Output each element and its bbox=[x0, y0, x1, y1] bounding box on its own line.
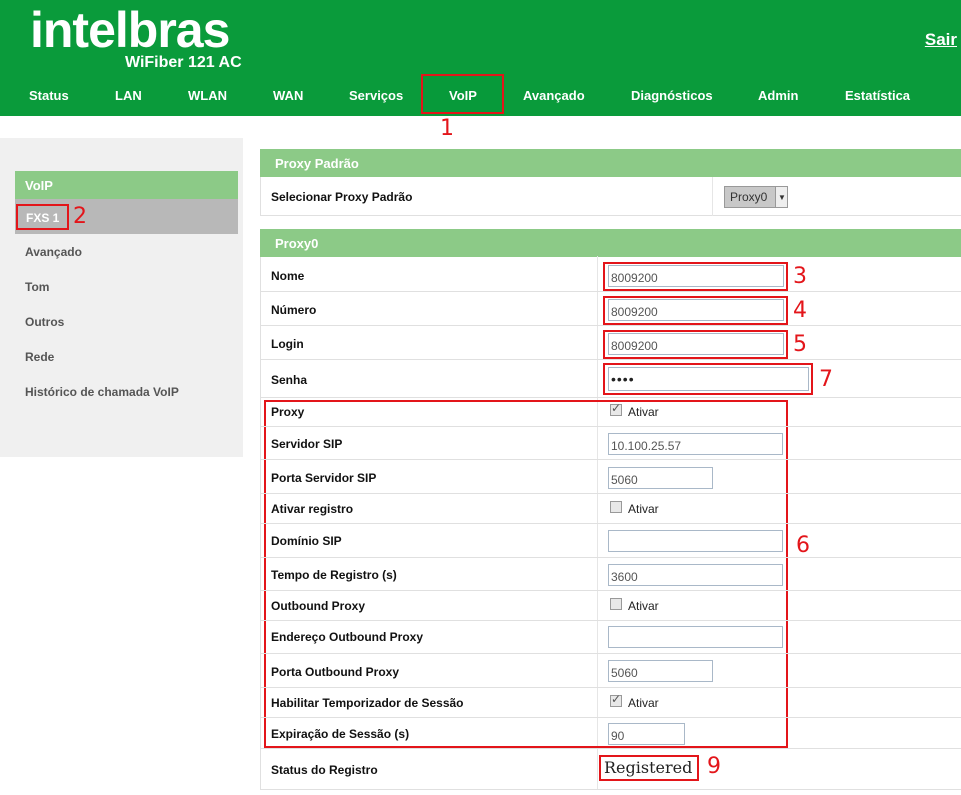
outbound-proxy-checkbox[interactable] bbox=[610, 598, 622, 610]
proxy-padrao-select-value: Proxy0 bbox=[730, 190, 768, 204]
login-input[interactable] bbox=[608, 333, 784, 355]
dominio-sip-input[interactable] bbox=[608, 530, 783, 552]
tempo-registro-input[interactable] bbox=[608, 564, 783, 586]
label-proxy: Proxy bbox=[271, 405, 305, 419]
endereco-outbound-input[interactable] bbox=[608, 626, 783, 648]
expiracao-input[interactable] bbox=[608, 723, 685, 745]
label-expiracao: Expiração de Sessão (s) bbox=[271, 727, 410, 741]
proxy-checkbox[interactable] bbox=[610, 401, 622, 416]
proxy-padrao-select[interactable]: Proxy0 ▼ bbox=[724, 186, 788, 208]
logout-link[interactable]: Sair bbox=[925, 30, 957, 50]
label-dominio-sip: Domínio SIP bbox=[271, 534, 342, 548]
tab-voip[interactable]: VoIP bbox=[449, 88, 477, 103]
label-outbound-proxy: Outbound Proxy bbox=[271, 599, 365, 613]
panel-title-proxy-padrao: Proxy Padrão bbox=[260, 149, 961, 177]
proxy-checkbox-label: Ativar bbox=[628, 405, 659, 419]
tab-servicos[interactable]: Serviços bbox=[349, 88, 403, 103]
porta-outbound-input[interactable] bbox=[608, 660, 713, 682]
annotation-6: 7 bbox=[819, 367, 833, 392]
temporizador-checkbox[interactable] bbox=[610, 692, 622, 707]
divider bbox=[712, 177, 713, 216]
annotation-4: 4 bbox=[793, 298, 807, 323]
servidor-sip-input[interactable] bbox=[608, 433, 783, 455]
sidebar-item-fxs1-label: FXS 1 bbox=[16, 204, 69, 230]
annotation-9: 9 bbox=[707, 754, 721, 779]
tab-wan[interactable]: WAN bbox=[273, 88, 303, 103]
tab-admin[interactable]: Admin bbox=[758, 88, 798, 103]
tab-avancado[interactable]: Avançado bbox=[523, 88, 585, 103]
status-registro-value: Registered bbox=[599, 755, 699, 781]
label-ativar-registro: Ativar registro bbox=[271, 502, 354, 516]
sidebar-item-avancado[interactable]: Avançado bbox=[25, 245, 82, 259]
temporizador-checkbox-label: Ativar bbox=[628, 696, 659, 710]
sidebar-item-fxs1[interactable]: FXS 1 bbox=[15, 199, 238, 234]
annotation-5: 5 bbox=[793, 332, 807, 357]
numero-input[interactable] bbox=[608, 299, 784, 321]
porta-servidor-sip-input[interactable] bbox=[608, 467, 713, 489]
tab-status[interactable]: Status bbox=[29, 88, 69, 103]
label-tempo-registro: Tempo de Registro (s) bbox=[271, 568, 397, 582]
label-numero: Número bbox=[271, 303, 317, 317]
row-selecionar-proxy: Selecionar Proxy Padrão bbox=[260, 177, 961, 216]
label-login: Login bbox=[271, 337, 304, 351]
annotation-1: 1 bbox=[440, 116, 454, 141]
label-nome: Nome bbox=[271, 269, 305, 283]
outbound-proxy-checkbox-label: Ativar bbox=[628, 599, 659, 613]
label-selecionar-proxy: Selecionar Proxy Padrão bbox=[271, 190, 413, 204]
senha-input[interactable]: •••• bbox=[608, 367, 809, 391]
label-porta-outbound: Porta Outbound Proxy bbox=[271, 665, 400, 679]
ativar-registro-checkbox-label: Ativar bbox=[628, 502, 659, 516]
brand-logo: intelbras bbox=[30, 2, 230, 58]
annotation-2: 2 bbox=[73, 204, 87, 229]
nome-input[interactable] bbox=[608, 265, 784, 287]
tab-diagnosticos[interactable]: Diagnósticos bbox=[631, 88, 713, 103]
label-endereco-outbound: Endereço Outbound Proxy bbox=[271, 630, 424, 644]
sidebar-item-tom[interactable]: Tom bbox=[25, 280, 49, 294]
label-senha: Senha bbox=[271, 373, 308, 387]
label-status-registro: Status do Registro bbox=[271, 763, 378, 777]
sidebar: VoIP FXS 1 Avançado Tom Outros Rede Hist… bbox=[0, 138, 243, 457]
panel-title-proxy0: Proxy0 bbox=[260, 229, 961, 257]
device-model: WiFiber 121 AC bbox=[125, 54, 242, 71]
sidebar-item-outros[interactable]: Outros bbox=[25, 315, 64, 329]
label-servidor-sip: Servidor SIP bbox=[271, 437, 343, 451]
sidebar-section-voip[interactable]: VoIP bbox=[15, 171, 238, 199]
tab-estatistica[interactable]: Estatística bbox=[845, 88, 910, 103]
chevron-down-icon: ▼ bbox=[775, 187, 787, 207]
ativar-registro-checkbox[interactable] bbox=[610, 501, 622, 513]
label-porta-servidor-sip: Porta Servidor SIP bbox=[271, 471, 377, 485]
annotation-3: 3 bbox=[793, 264, 807, 289]
tab-lan[interactable]: LAN bbox=[115, 88, 142, 103]
sidebar-item-rede[interactable]: Rede bbox=[25, 350, 54, 364]
header-bar: intelbras WiFiber 121 AC Sair Status LAN… bbox=[0, 0, 961, 116]
label-temporizador: Habilitar Temporizador de Sessão bbox=[271, 696, 464, 710]
sidebar-item-historico[interactable]: Histórico de chamada VoIP bbox=[25, 385, 179, 399]
tab-wlan[interactable]: WLAN bbox=[188, 88, 227, 103]
